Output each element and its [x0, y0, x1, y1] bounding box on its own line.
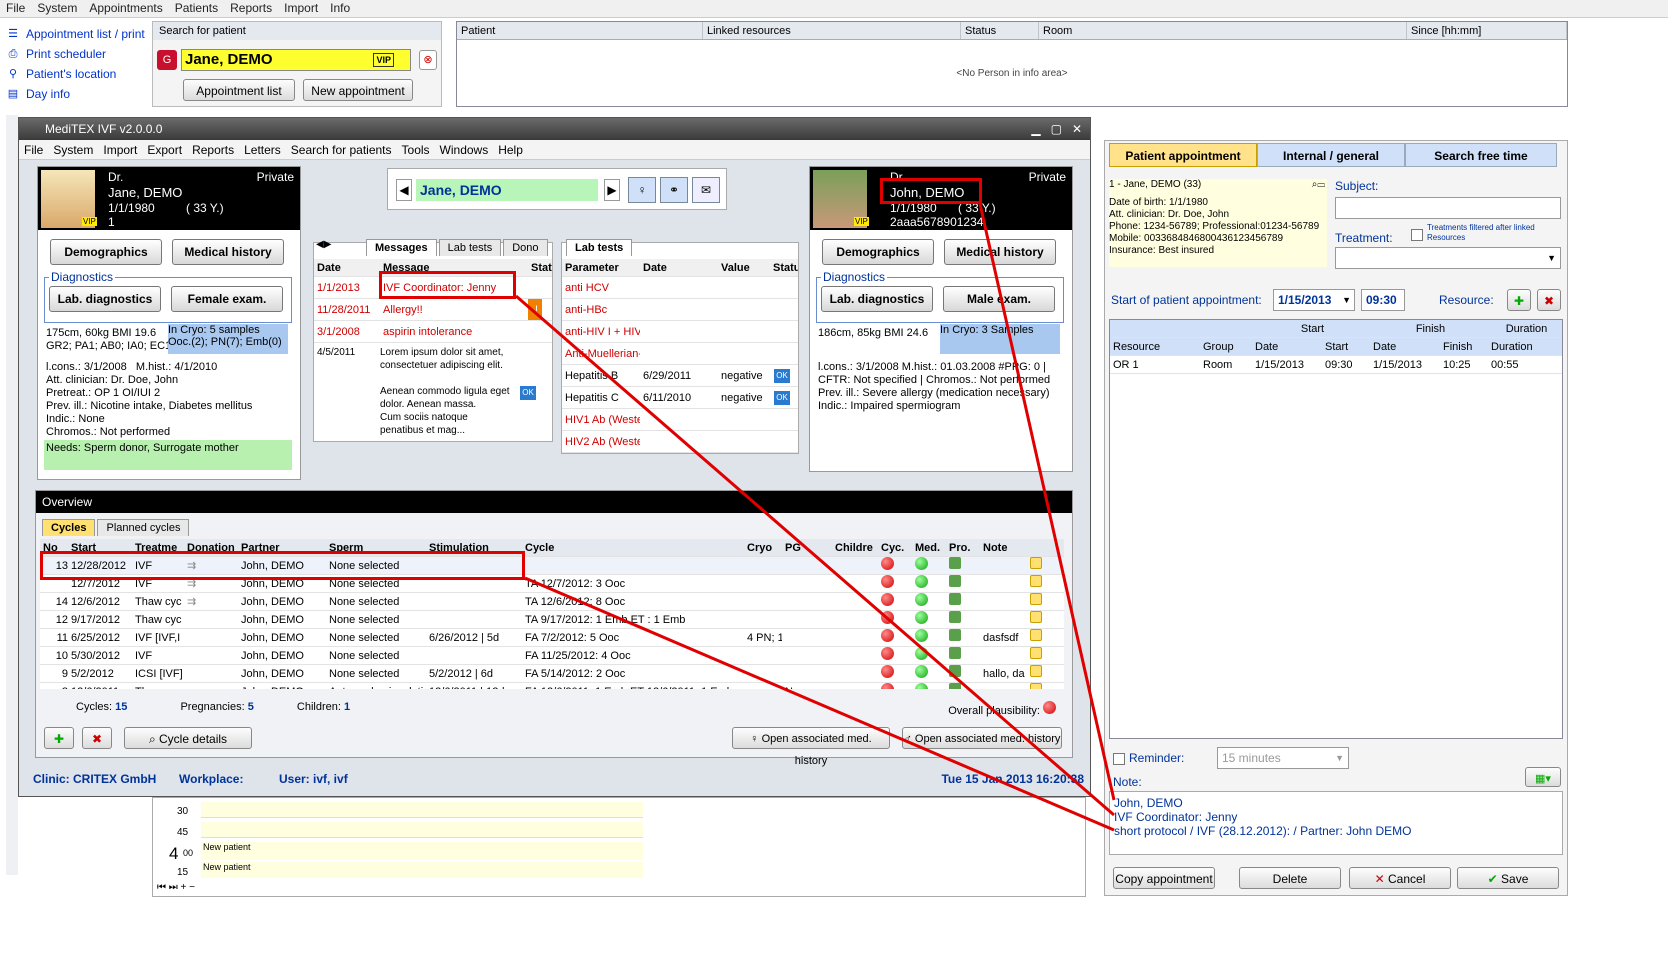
annotation-line: [978, 203, 1116, 801]
annotation-line: [524, 576, 1115, 832]
annotation-lines: [515, 203, 1116, 832]
annotation-line: [515, 294, 1115, 817]
